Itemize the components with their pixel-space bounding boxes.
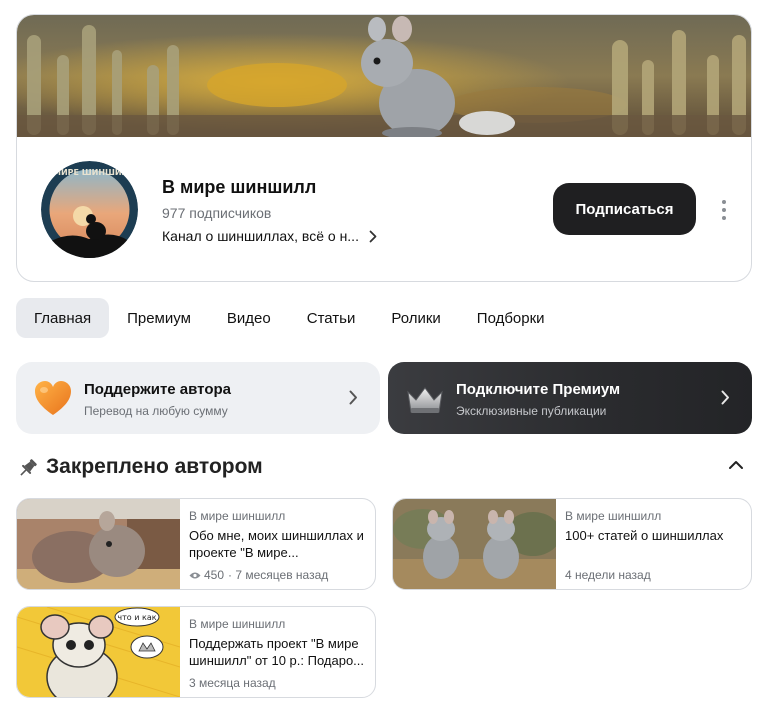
post-meta: 450 · 7 месяцев назад	[189, 568, 328, 582]
support-author-card[interactable]: Поддержите автора Перевод на любую сумму	[16, 362, 380, 434]
pinned-section-header: Закреплено автором	[18, 454, 752, 482]
channel-tabs: Главная Премиум Видео Статьи Ролики Подб…	[16, 298, 563, 338]
bubble-text: что и как	[117, 613, 156, 622]
chevron-right-icon	[369, 230, 377, 242]
premium-card[interactable]: Подключите Премиум Эксклюзивные публикац…	[388, 362, 752, 434]
eye-icon	[189, 572, 201, 578]
premium-title: Подключите Премиум	[456, 381, 621, 398]
tab-main[interactable]: Главная	[16, 298, 110, 338]
channel-description[interactable]: Канал о шиншиллах, всё о н...	[162, 228, 377, 244]
post-meta: 3 месяца назад	[189, 676, 276, 690]
chevron-right-icon	[349, 390, 357, 405]
pinned-post-card[interactable]: В мире шиншилл Обо мне, моих шиншиллах и…	[16, 498, 376, 590]
post-meta: 4 недели назад	[565, 568, 651, 582]
post-title: Обо мне, моих шиншиллах и проекте "В мир…	[189, 528, 364, 560]
post-time: 4 недели назад	[565, 568, 651, 582]
avatar-logo-text: В МИРЕ ШИНШИЛЛ	[44, 168, 135, 177]
channel-card: В МИРЕ ШИНШИЛЛ В мире шиншилл 977 подпис…	[16, 14, 752, 282]
subscriber-count: 977 подписчиков	[162, 205, 272, 221]
post-time: · 7 месяцев назад	[228, 568, 329, 582]
support-title: Поддержите автора	[84, 381, 231, 398]
pin-icon	[20, 459, 37, 476]
tab-premium[interactable]: Премиум	[109, 298, 209, 338]
crown-icon	[407, 387, 443, 413]
tab-collections[interactable]: Подборки	[459, 298, 563, 338]
post-views: 450	[204, 568, 225, 582]
heart-icon	[35, 381, 71, 415]
pinned-title: Закреплено автором	[46, 455, 263, 478]
channel-name[interactable]: В мире шиншилл	[162, 177, 316, 198]
post-thumbnail	[17, 499, 180, 589]
pinned-post-card[interactable]: что и как В мире шиншилл Поддержать прое…	[16, 606, 376, 698]
subscribe-button[interactable]: Подписаться	[553, 183, 696, 235]
post-thumbnail: что и как	[17, 607, 180, 697]
post-title: Поддержать проект "В мире шиншилл" от 10…	[189, 636, 365, 668]
pinned-post-card[interactable]: В мире шиншилл 100+ статей о шиншиллах 4…	[392, 498, 752, 590]
chevron-up-icon[interactable]	[728, 460, 744, 470]
premium-subtitle: Эксклюзивные публикации	[456, 404, 607, 418]
post-title: 100+ статей о шиншиллах	[565, 528, 724, 543]
channel-cover-image	[17, 15, 751, 137]
channel-avatar[interactable]: В МИРЕ ШИНШИЛЛ	[41, 161, 138, 258]
post-thumbnail	[393, 499, 556, 589]
channel-description-text: Канал о шиншиллах, всё о н...	[162, 228, 359, 244]
post-author: В мире шиншилл	[189, 509, 286, 523]
tab-shorts[interactable]: Ролики	[373, 298, 458, 338]
support-subtitle: Перевод на любую сумму	[84, 404, 228, 418]
post-time: 3 месяца назад	[189, 676, 276, 690]
more-options-icon[interactable]	[715, 198, 733, 222]
chevron-right-icon	[721, 390, 729, 405]
post-author: В мире шиншилл	[189, 617, 286, 631]
post-author: В мире шиншилл	[565, 509, 662, 523]
tab-articles[interactable]: Статьи	[289, 298, 374, 338]
tab-video[interactable]: Видео	[209, 298, 289, 338]
